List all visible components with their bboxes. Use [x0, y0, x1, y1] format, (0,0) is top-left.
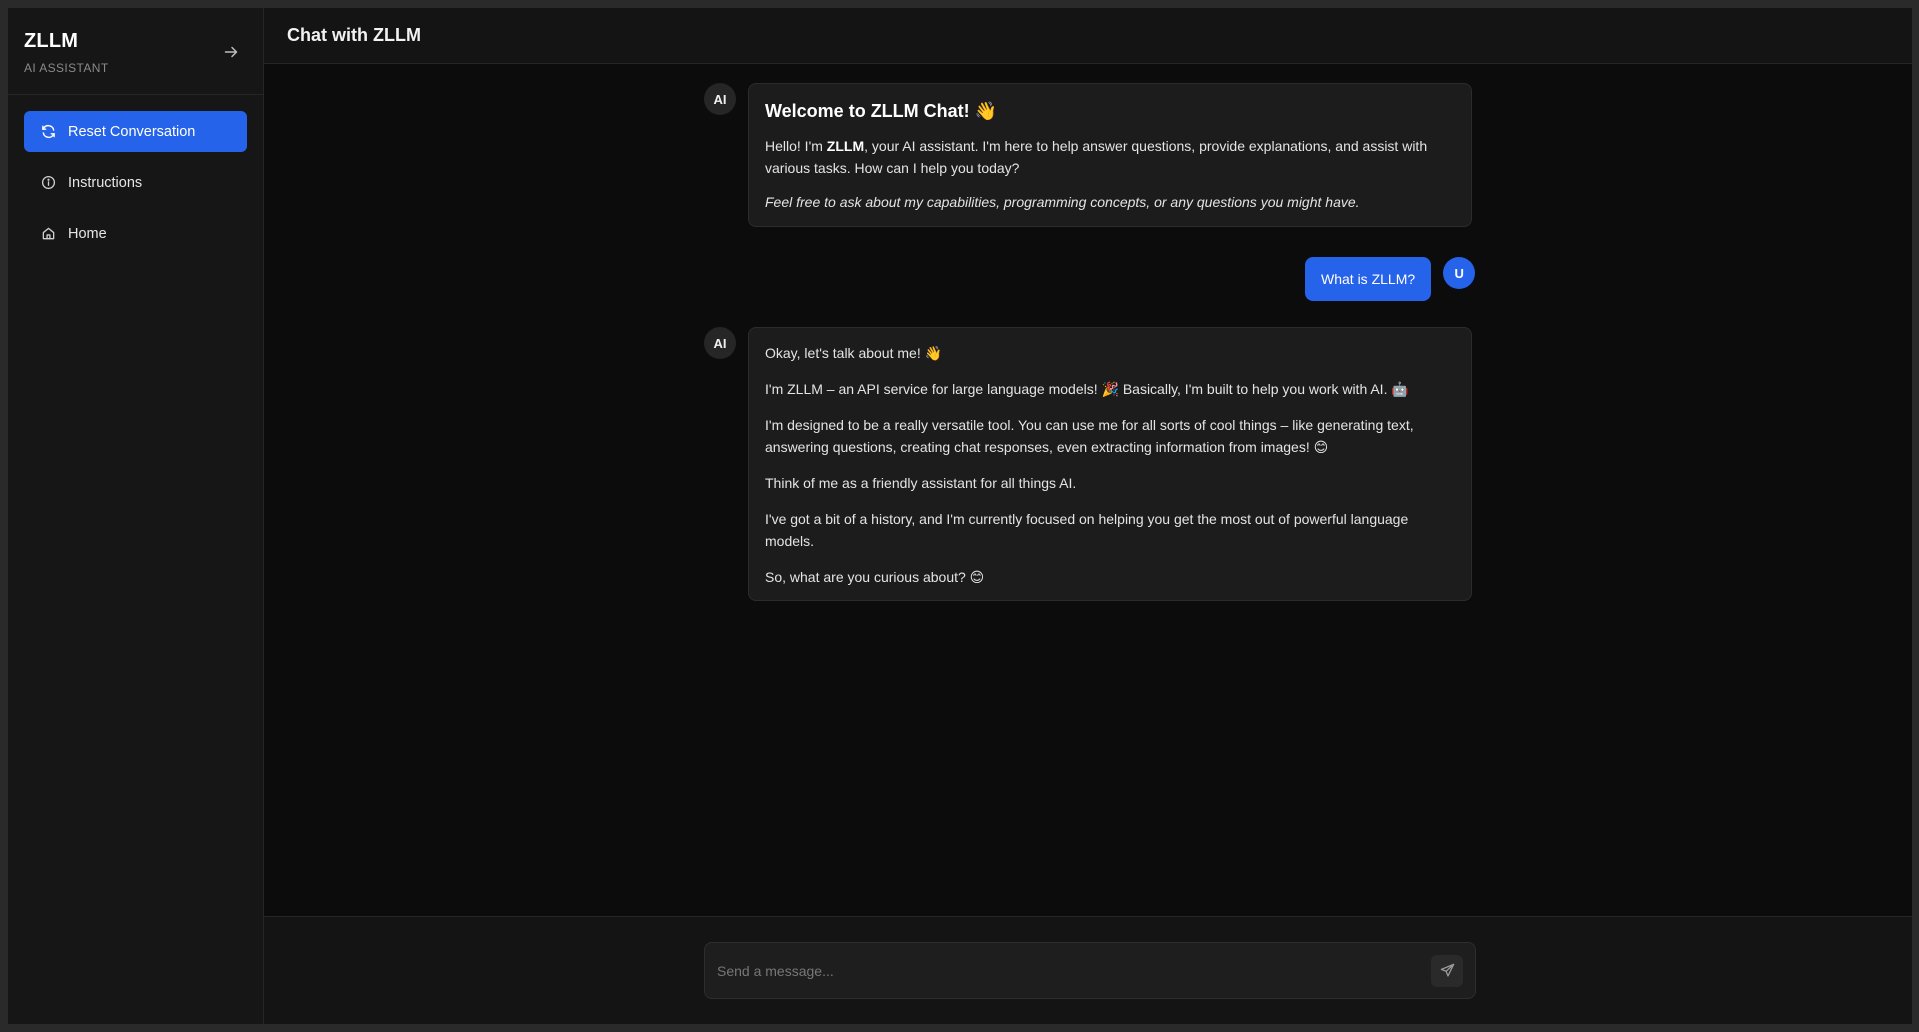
brand: ZLLM AI ASSISTANT — [8, 8, 263, 95]
sidebar-item-label: Instructions — [68, 174, 143, 191]
home-icon — [40, 226, 56, 242]
message-paragraph: Think of me as a friendly assistant for … — [765, 475, 1077, 491]
message-paragraph: Okay, let's talk about me! 👋 — [765, 345, 943, 361]
sidebar-nav: Reset Conversation Instructions Home — [8, 95, 263, 270]
message-list[interactable]: AI Welcome to ZLLM Chat! 👋 Hello! I'm ZL… — [264, 64, 1912, 916]
send-icon — [1440, 963, 1455, 978]
info-icon — [40, 175, 56, 191]
sidebar-item-reset-conversation[interactable]: Reset Conversation — [24, 111, 247, 152]
message-ai: AI Okay, let's talk about me! 👋 I'm ZLLM… — [704, 327, 1472, 601]
arrow-right-icon[interactable] — [221, 42, 241, 62]
brand-subtitle: AI ASSISTANT — [24, 61, 109, 75]
chat-header: Chat with ZLLM — [264, 8, 1912, 64]
message-input[interactable] — [717, 962, 1431, 979]
message-user: What is ZLLM? U — [1305, 257, 1476, 301]
app-window: ZLLM AI ASSISTANT Reset Conversation Ins… — [8, 8, 1912, 1024]
message-paragraph: I've got a bit of a history, and I'm cur… — [765, 511, 1409, 549]
message-ai: AI Welcome to ZLLM Chat! 👋 Hello! I'm ZL… — [704, 83, 1472, 227]
message-paragraph: Feel free to ask about my capabilities, … — [765, 194, 1360, 210]
message-composer — [704, 942, 1476, 999]
page-title: Chat with ZLLM — [287, 25, 421, 45]
text-span: Hello! I'm — [765, 138, 827, 154]
message-bubble: Okay, let's talk about me! 👋 I'm ZLLM – … — [748, 327, 1472, 601]
avatar-ai: AI — [704, 327, 736, 359]
message-paragraph: So, what are you curious about? 😊 — [765, 569, 985, 585]
message-bubble: Welcome to ZLLM Chat! 👋 Hello! I'm ZLLM,… — [748, 83, 1472, 227]
sidebar: ZLLM AI ASSISTANT Reset Conversation Ins… — [8, 8, 264, 1024]
message-paragraph: Hello! I'm ZLLM, your AI assistant. I'm … — [765, 135, 1455, 179]
composer-area — [264, 916, 1912, 1024]
welcome-title: Welcome to ZLLM Chat! 👋 — [765, 101, 998, 121]
sidebar-item-label: Home — [68, 225, 107, 242]
message-paragraph: I'm designed to be a really versatile to… — [765, 417, 1414, 455]
bold-text: ZLLM — [826, 138, 865, 154]
text-span: , your AI assistant. I'm here to help an… — [765, 138, 1428, 176]
message-bubble-user: What is ZLLM? — [1305, 257, 1432, 301]
send-button[interactable] — [1431, 954, 1463, 987]
refresh-icon — [40, 124, 56, 140]
avatar-ai: AI — [704, 83, 736, 115]
avatar-user: U — [1443, 257, 1476, 289]
brand-title: ZLLM — [24, 30, 79, 52]
main-panel: Chat with ZLLM AI Welcome to ZLLM Chat! … — [264, 8, 1912, 1024]
message-paragraph: I'm ZLLM – an API service for large lang… — [765, 381, 1409, 397]
sidebar-item-instructions[interactable]: Instructions — [24, 162, 247, 203]
sidebar-item-label: Reset Conversation — [68, 123, 196, 140]
sidebar-item-home[interactable]: Home — [24, 213, 247, 254]
